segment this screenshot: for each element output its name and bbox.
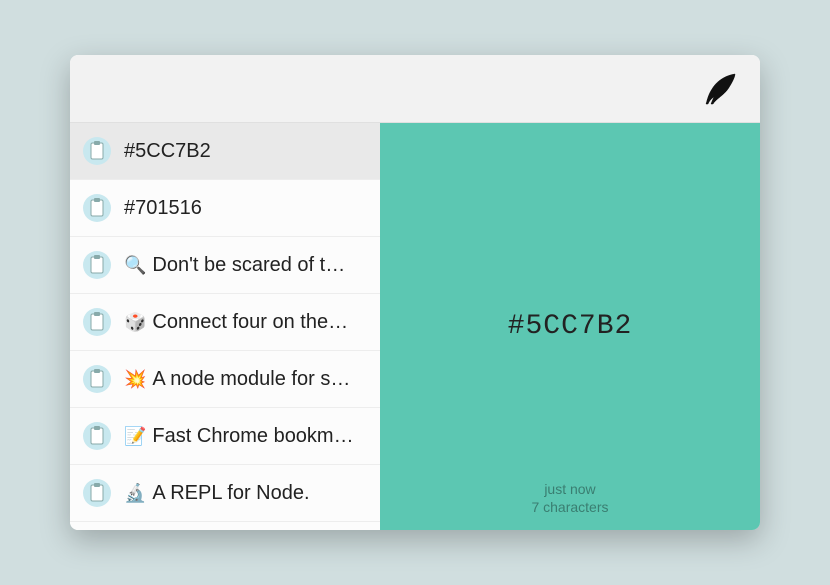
list-item[interactable]: #701516	[70, 180, 380, 237]
list-item[interactable]: 🔍 Don't be scared of t…	[70, 237, 380, 294]
preview-content: #5CC7B2	[508, 311, 633, 342]
list-item-label: Connect four on the…	[152, 311, 348, 334]
list-item-label: #701516	[124, 197, 202, 220]
clipboard-icon	[82, 250, 112, 280]
dice-icon: 🎲	[124, 312, 146, 333]
list-item-label: A node module for s…	[152, 368, 350, 391]
clipboard-list: #5CC7B2 #701516	[70, 123, 380, 530]
clipboard-icon	[82, 193, 112, 223]
list-item-label: #5CC7B2	[124, 140, 211, 163]
list-item-label: Fast Chrome bookm…	[152, 425, 353, 448]
collision-icon: 💥	[124, 369, 146, 390]
list-item-text: 💥 A node module for s…	[124, 368, 368, 391]
magnifier-icon: 🔍	[124, 255, 146, 276]
preview-meta: just now 7 characters	[531, 480, 608, 516]
list-item-text: 🔬 A REPL for Node.	[124, 482, 368, 505]
memo-icon: 📝	[124, 426, 146, 447]
list-item[interactable]: 🔬 A REPL for Node.	[70, 465, 380, 522]
list-item[interactable]: 📝 Fast Chrome bookm…	[70, 408, 380, 465]
list-item[interactable]: 💥 A node module for s…	[70, 351, 380, 408]
list-item-text: 🔍 Don't be scared of t…	[124, 254, 368, 277]
clipboard-icon	[82, 136, 112, 166]
list-item-label: Don't be scared of t…	[152, 254, 345, 277]
list-item-text: #5CC7B2	[124, 140, 368, 163]
clipboard-icon	[82, 307, 112, 337]
list-item-text: 📝 Fast Chrome bookm…	[124, 425, 368, 448]
list-item[interactable]: 🎲 Connect four on the…	[70, 294, 380, 351]
window-body: #5CC7B2 #701516	[70, 123, 760, 530]
window-header	[70, 55, 760, 123]
preview-timestamp: just now	[531, 480, 608, 498]
preview-pane: #5CC7B2 just now 7 characters	[380, 123, 760, 530]
clipboard-icon	[82, 478, 112, 508]
list-item-text: #701516	[124, 197, 368, 220]
microscope-icon: 🔬	[124, 483, 146, 504]
list-item[interactable]: #5CC7B2	[70, 123, 380, 180]
clipboard-icon	[82, 421, 112, 451]
list-item-label: A REPL for Node.	[152, 482, 309, 505]
clipboard-icon	[82, 364, 112, 394]
clipboard-window: #5CC7B2 #701516	[70, 55, 760, 530]
feather-icon	[700, 69, 740, 109]
list-item-text: 🎲 Connect four on the…	[124, 311, 368, 334]
preview-charcount: 7 characters	[531, 498, 608, 516]
